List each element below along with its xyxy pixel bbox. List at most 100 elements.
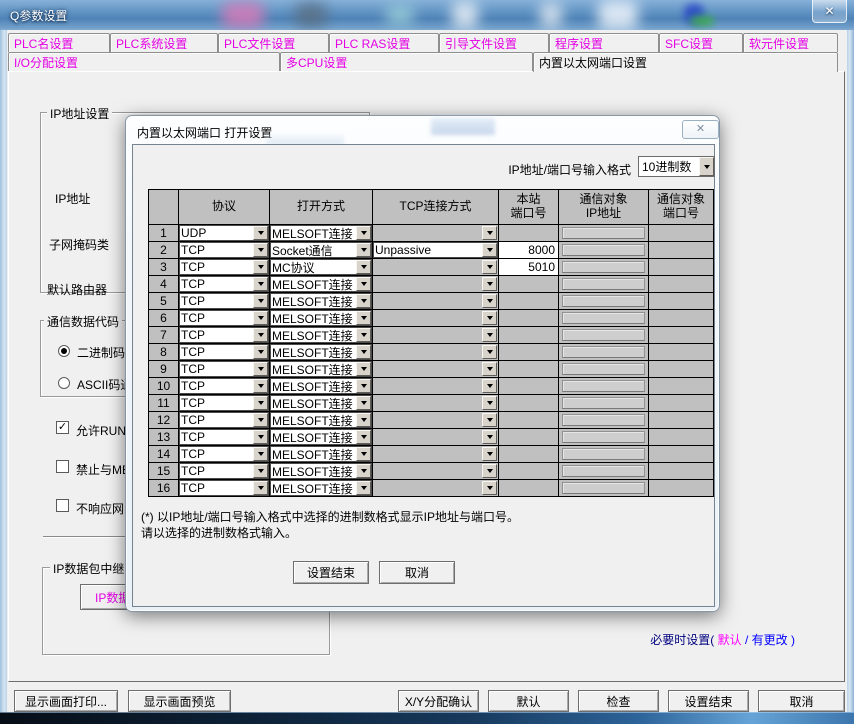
chevron-down-icon[interactable]	[356, 311, 371, 325]
open-method-select-row16[interactable]: MELSOFT连接	[270, 480, 373, 497]
chevron-down-icon[interactable]	[356, 362, 371, 376]
chevron-down-icon[interactable]	[253, 345, 268, 359]
open-method-select-row8[interactable]: MELSOFT连接	[270, 344, 373, 361]
chevron-down-icon[interactable]	[482, 277, 497, 291]
chevron-down-icon[interactable]	[482, 481, 497, 495]
tcp-mode-select-row15[interactable]	[373, 463, 499, 480]
chevron-down-icon[interactable]	[482, 362, 497, 376]
open-method-select-row1[interactable]: MELSOFT连接	[270, 225, 373, 242]
protocol-select-row4[interactable]: TCP	[179, 276, 270, 293]
chevron-down-icon[interactable]	[356, 328, 371, 342]
chevron-down-icon[interactable]	[482, 328, 497, 342]
chevron-down-icon[interactable]	[482, 345, 497, 359]
tcp-mode-select-row1[interactable]	[373, 225, 499, 242]
chevron-down-icon[interactable]	[356, 277, 371, 291]
check-button[interactable]: 检查	[578, 690, 659, 712]
open-method-select-row4[interactable]: MELSOFT连接	[270, 276, 373, 293]
tab-row2-1[interactable]: I/O分配设置	[8, 52, 280, 71]
open-method-select-row5[interactable]: MELSOFT连接	[270, 293, 373, 310]
protocol-select-row12[interactable]: TCP	[179, 412, 270, 429]
open-method-select-row9[interactable]: MELSOFT连接	[270, 361, 373, 378]
chevron-down-icon[interactable]	[482, 243, 497, 257]
forbid-mel-checkbox[interactable]	[56, 460, 69, 473]
chevron-down-icon[interactable]	[699, 157, 714, 176]
tcp-mode-select-row12[interactable]	[373, 412, 499, 429]
chevron-down-icon[interactable]	[482, 464, 497, 478]
tcp-mode-select-row9[interactable]	[373, 361, 499, 378]
dialog-cancel-button[interactable]: 取消	[379, 561, 455, 584]
tab-row1-7[interactable]: SFC设置	[659, 33, 743, 52]
chevron-down-icon[interactable]	[482, 226, 497, 240]
chevron-down-icon[interactable]	[253, 311, 268, 325]
chevron-down-icon[interactable]	[253, 379, 268, 393]
tcp-mode-select-row14[interactable]	[373, 446, 499, 463]
tab-row1-3[interactable]: PLC文件设置	[218, 33, 329, 52]
chevron-down-icon[interactable]	[482, 311, 497, 325]
chevron-down-icon[interactable]	[482, 447, 497, 461]
open-method-select-row11[interactable]: MELSOFT连接	[270, 395, 373, 412]
open-method-select-row12[interactable]: MELSOFT连接	[270, 412, 373, 429]
open-method-select-row14[interactable]: MELSOFT连接	[270, 446, 373, 463]
no-response-checkbox[interactable]	[56, 499, 69, 512]
chevron-down-icon[interactable]	[253, 447, 268, 461]
chevron-down-icon[interactable]	[253, 294, 268, 308]
tcp-mode-select-row2[interactable]: Unpassive	[373, 242, 499, 259]
tab-row1-8[interactable]: 软元件设置	[743, 33, 838, 52]
xy-assign-confirm-button[interactable]: X/Y分配确认	[398, 690, 479, 712]
chevron-down-icon[interactable]	[253, 277, 268, 291]
chevron-down-icon[interactable]	[482, 413, 497, 427]
chevron-down-icon[interactable]	[356, 447, 371, 461]
chevron-down-icon[interactable]	[482, 294, 497, 308]
tab-row2-2[interactable]: 多CPU设置	[280, 52, 533, 71]
chevron-down-icon[interactable]	[356, 396, 371, 410]
preview-screen-button[interactable]: 显示画面预览	[128, 690, 231, 712]
cancel-button[interactable]: 取消	[758, 690, 845, 712]
default-button[interactable]: 默认	[488, 690, 569, 712]
open-method-select-row10[interactable]: MELSOFT连接	[270, 378, 373, 395]
chevron-down-icon[interactable]	[253, 430, 268, 444]
open-method-select-row2[interactable]: Socket通信	[270, 242, 373, 259]
protocol-select-row8[interactable]: TCP	[179, 344, 270, 361]
chevron-down-icon[interactable]	[482, 396, 497, 410]
chevron-down-icon[interactable]	[482, 260, 497, 274]
chevron-down-icon[interactable]	[253, 413, 268, 427]
chevron-down-icon[interactable]	[356, 260, 371, 274]
protocol-select-row13[interactable]: TCP	[179, 429, 270, 446]
print-screen-button[interactable]: 显示画面打印...	[14, 690, 118, 712]
tcp-mode-select-row10[interactable]	[373, 378, 499, 395]
chevron-down-icon[interactable]	[253, 362, 268, 376]
tcp-mode-select-row7[interactable]	[373, 327, 499, 344]
tcp-mode-select-row16[interactable]	[373, 480, 499, 497]
protocol-select-row2[interactable]: TCP	[179, 242, 270, 259]
chevron-down-icon[interactable]	[356, 226, 371, 240]
chevron-down-icon[interactable]	[253, 481, 268, 495]
tcp-mode-select-row11[interactable]	[373, 395, 499, 412]
protocol-select-row6[interactable]: TCP	[179, 310, 270, 327]
protocol-select-row11[interactable]: TCP	[179, 395, 270, 412]
chevron-down-icon[interactable]	[356, 345, 371, 359]
protocol-select-row9[interactable]: TCP	[179, 361, 270, 378]
open-method-select-row7[interactable]: MELSOFT连接	[270, 327, 373, 344]
chevron-down-icon[interactable]	[253, 260, 268, 274]
chevron-down-icon[interactable]	[356, 413, 371, 427]
end-setup-button[interactable]: 设置结束	[668, 690, 749, 712]
binary-code-radio[interactable]	[58, 345, 70, 357]
chevron-down-icon[interactable]	[356, 294, 371, 308]
tab-row1-4[interactable]: PLC RAS设置	[329, 33, 439, 52]
ascii-code-radio[interactable]	[58, 377, 70, 389]
protocol-select-row14[interactable]: TCP	[179, 446, 270, 463]
chevron-down-icon[interactable]	[356, 481, 371, 495]
tcp-mode-select-row3[interactable]	[373, 259, 499, 276]
protocol-select-row16[interactable]: TCP	[179, 480, 270, 497]
protocol-select-row10[interactable]: TCP	[179, 378, 270, 395]
tab-row1-5[interactable]: 引导文件设置	[439, 33, 549, 52]
tab-row1-1[interactable]: PLC名设置	[8, 33, 110, 52]
chevron-down-icon[interactable]	[356, 430, 371, 444]
dialog-end-setup-button[interactable]: 设置结束	[293, 561, 369, 584]
window-close-button[interactable]: ✕	[812, 0, 847, 23]
chevron-down-icon[interactable]	[482, 379, 497, 393]
dialog-close-button[interactable]: ✕	[682, 120, 719, 139]
open-method-select-row6[interactable]: MELSOFT连接	[270, 310, 373, 327]
chevron-down-icon[interactable]	[482, 430, 497, 444]
protocol-select-row15[interactable]: TCP	[179, 463, 270, 480]
